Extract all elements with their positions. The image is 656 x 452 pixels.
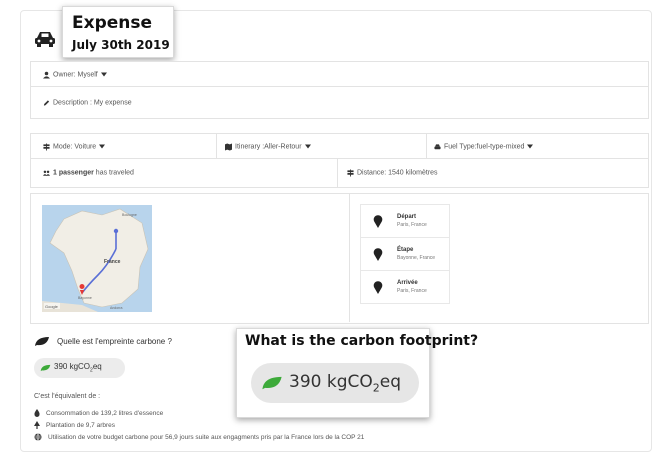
stop-place: Paris, France	[397, 222, 427, 228]
stop-arrivee: Arrivée Paris, France	[360, 270, 450, 304]
itinerary-label: Itinerary :Aller-Retour	[235, 143, 302, 150]
divider	[216, 134, 217, 159]
map-country-label: France	[104, 259, 121, 265]
filter-icon[interactable]	[304, 144, 311, 149]
stop-depart: Départ Paris, France	[360, 204, 450, 238]
carbon-callout-unit-suffix: eq	[379, 371, 401, 392]
car-icon	[35, 32, 55, 47]
map-city-bottom: Andorra	[110, 306, 123, 310]
carbon-question: Quelle est l'empreinte carbone ?	[57, 337, 172, 346]
users-icon	[43, 170, 50, 176]
fuel-type-label: Fuel Type:fuel-type-mixed	[444, 143, 525, 150]
road-sign-icon	[347, 169, 354, 177]
equivalents-heading: C'est l'équivalent de :	[34, 393, 101, 400]
carbon-callout-question: What is the carbon footprint?	[245, 333, 479, 349]
description-label: Description : My expense	[53, 99, 132, 106]
stop-name: Arrivée	[397, 280, 418, 286]
road-sign-icon	[43, 143, 50, 150]
equivalent-item: Plantation de 9,7 arbres	[34, 421, 115, 429]
carbon-value: 390 kgCO	[54, 362, 91, 372]
stop-name: Départ	[397, 214, 417, 220]
tree-icon	[34, 421, 40, 429]
filter-icon[interactable]	[527, 144, 534, 149]
filter-icon[interactable]	[100, 72, 107, 77]
pencil-icon	[43, 99, 50, 106]
expense-date: July 30th 2019	[72, 38, 170, 52]
map-city-left: Bayonne	[78, 296, 92, 300]
divider	[337, 159, 338, 187]
equivalent-item: Consommation de 139,2 litres d'essence	[34, 409, 163, 417]
svg-text:Google: Google	[45, 304, 59, 309]
filter-icon[interactable]	[99, 144, 106, 149]
stop-name: Étape	[397, 247, 414, 253]
owner-label: Owner: Myself	[53, 71, 98, 78]
map-pin-icon	[373, 248, 383, 261]
carbon-value-pill: 390 kgCO2eq	[34, 358, 125, 378]
stop-etape: Étape Bayonne, France	[360, 237, 450, 271]
equivalent-trees: Plantation de 9,7 arbres	[46, 421, 116, 429]
map-pin-icon	[373, 281, 383, 294]
divider	[349, 193, 350, 322]
map-pin-icon	[373, 215, 383, 228]
stop-place: Bayonne, France	[397, 255, 436, 261]
equivalent-budget: Utilisation de votre budget carbone pour…	[48, 433, 365, 441]
distance-label: Distance: 1540 kilomètres	[357, 169, 438, 177]
globe-icon	[34, 433, 42, 441]
leaf-icon	[40, 364, 51, 372]
map-city-top: Boulogne	[122, 213, 137, 217]
equivalent-fuel: Consommation de 139,2 litres d'essence	[46, 409, 164, 417]
trip-mode-row: Mode: Voiture Itinerary :Aller-Retour Fu…	[30, 133, 649, 160]
page-title: Expense	[72, 13, 153, 33]
carbon-callout-pill: 390 kgCO2eq	[251, 363, 419, 403]
carbon-unit-suffix: eq	[92, 362, 102, 372]
map-graphic: Google France Boulogne Bayonne Andorra	[42, 208, 149, 312]
route-map[interactable]: Google France Boulogne Bayonne Andorra	[42, 205, 152, 312]
passenger-suffix: has traveled	[93, 169, 134, 177]
drop-icon	[34, 409, 40, 417]
owner-row: Owner: Myself	[30, 61, 649, 88]
leaf-icon	[35, 337, 49, 346]
carbon-callout-value: 390 kgCO	[289, 371, 373, 392]
map-icon	[225, 143, 232, 150]
description-row: Description : My expense	[30, 86, 649, 119]
divider	[426, 134, 427, 159]
passenger-count: 1 passenger	[53, 169, 94, 177]
user-icon	[43, 71, 50, 78]
carbon-callout-subscript: 2	[372, 381, 380, 395]
title-callout: Expense July 30th 2019	[62, 6, 174, 58]
carbon-callout: What is the carbon footprint? 390 kgCO2e…	[236, 328, 478, 418]
stop-place: Paris, France	[397, 288, 427, 294]
car-small-icon	[434, 143, 441, 149]
mode-label: Mode: Voiture	[53, 143, 97, 150]
trip-stats-row: 1 passenger has traveled Distance: 1540 …	[30, 158, 649, 188]
leaf-icon	[262, 376, 282, 390]
equivalent-item: Utilisation de votre budget carbone pour…	[34, 433, 364, 441]
